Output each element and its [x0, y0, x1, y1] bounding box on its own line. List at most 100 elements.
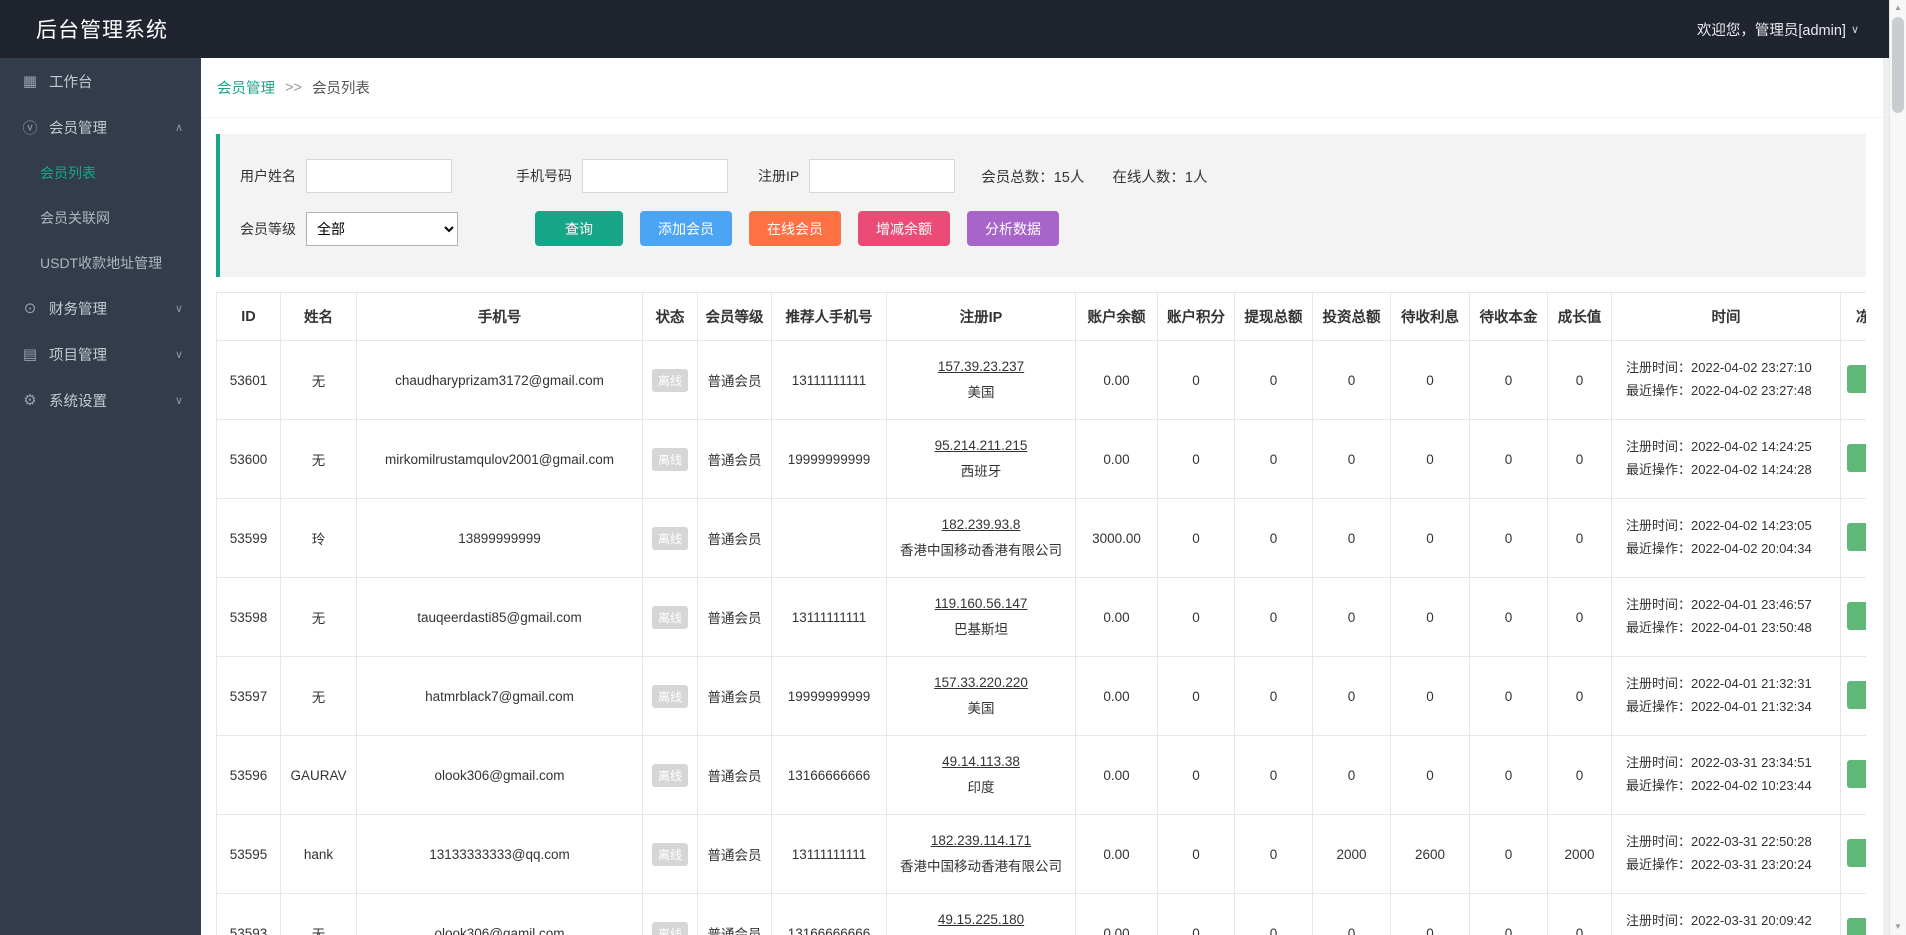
- cell-level: 普通会员: [697, 656, 772, 736]
- cell-balance: 0.00: [1075, 893, 1158, 935]
- register-time: 注册时间：2022-03-31 22:50:28: [1626, 834, 1812, 850]
- member-icon: ⓥ: [22, 119, 38, 137]
- ip-address-link[interactable]: 157.33.220.220: [891, 675, 1071, 690]
- username-label: 用户姓名: [240, 168, 296, 184]
- ip-address-link[interactable]: 95.214.211.215: [891, 438, 1071, 453]
- cell-invest: 0: [1312, 340, 1391, 420]
- cell-referrer: 13111111111: [771, 814, 887, 894]
- member-level-select[interactable]: 全部: [306, 211, 458, 246]
- topbar: 后台管理系统 欢迎您，管理员[admin] ∨: [0, 0, 1889, 58]
- scroll-down-icon[interactable]: ▼: [1890, 919, 1906, 935]
- freeze-button[interactable]: [1847, 759, 1866, 788]
- freeze-button[interactable]: [1847, 522, 1866, 551]
- sidebar-item-project[interactable]: ▤ 项目管理 ∨: [0, 331, 201, 377]
- ip-address-link[interactable]: 182.239.93.8: [891, 517, 1071, 532]
- status-badge: 离线: [651, 368, 688, 392]
- cell-name: 无: [280, 893, 357, 935]
- sidebar-item-member-list[interactable]: 会员列表: [0, 150, 201, 195]
- ip-address-link[interactable]: 49.15.225.180: [891, 912, 1071, 927]
- cell-time: 注册时间：2022-04-01 21:32:31 最近操作：2022-04-01…: [1611, 656, 1841, 736]
- sidebar-item-usdt-address[interactable]: USDT收款地址管理: [0, 240, 201, 285]
- cell-principal: 0: [1469, 419, 1548, 499]
- freeze-button[interactable]: [1847, 601, 1866, 630]
- cell-balance: 0.00: [1075, 814, 1158, 894]
- ip-region: 香港中国移动香港有限公司: [900, 859, 1062, 874]
- freeze-button[interactable]: [1847, 680, 1866, 709]
- member-stats: 会员总数：15人 在线人数：1人: [981, 166, 1207, 187]
- freeze-button[interactable]: [1847, 443, 1866, 472]
- cell-freeze: [1840, 340, 1866, 420]
- scrollbar-thumb[interactable]: [1892, 17, 1904, 113]
- ip-region: 美国: [967, 701, 995, 716]
- cell-reg-ip: 182.239.93.8 香港中国移动香港有限公司: [886, 498, 1076, 578]
- sidebar-item-member-network[interactable]: 会员关联网: [0, 195, 201, 240]
- cell-status: 离线: [642, 340, 698, 420]
- cell-invest: 2000: [1312, 814, 1391, 894]
- online-members-button[interactable]: 在线会员: [749, 211, 841, 246]
- col-level: 会员等级: [697, 292, 772, 341]
- cell-id: 53597: [216, 656, 281, 736]
- cell-growth: 0: [1547, 656, 1612, 736]
- cell-withdraw: 0: [1234, 656, 1313, 736]
- sidebar-item-workbench[interactable]: ▦ 工作台: [0, 58, 201, 104]
- phone-input[interactable]: [582, 159, 728, 193]
- cell-id: 53598: [216, 577, 281, 657]
- member-table: ID 姓名 手机号 状态 会员等级 推荐人手机号 注册IP 账户余额 账户积分 …: [216, 292, 1866, 935]
- status-badge: 离线: [651, 605, 688, 629]
- freeze-button[interactable]: [1847, 838, 1866, 867]
- add-member-button[interactable]: 添加会员: [640, 211, 732, 246]
- cell-withdraw: 0: [1234, 340, 1313, 420]
- freeze-button[interactable]: [1847, 364, 1866, 393]
- sidebar-item-member-mgmt[interactable]: ⓥ 会员管理 ∧: [0, 104, 201, 150]
- cell-principal: 0: [1469, 498, 1548, 578]
- sidebar-item-settings[interactable]: ⚙ 系统设置 ∨: [0, 377, 201, 423]
- cell-invest: 0: [1312, 893, 1391, 935]
- breadcrumb-member-mgmt[interactable]: 会员管理: [217, 77, 275, 98]
- adjust-balance-button[interactable]: 增减余额: [858, 211, 950, 246]
- table-row: 53593 无 olook306@gamil.com 离线 普通会员 13166…: [216, 893, 1866, 935]
- cell-time: 注册时间：2022-04-02 14:24:25 最近操作：2022-04-02…: [1611, 419, 1841, 499]
- ip-region: 印度: [967, 780, 995, 795]
- query-button[interactable]: 查询: [535, 211, 623, 246]
- freeze-button[interactable]: [1847, 917, 1866, 935]
- user-menu[interactable]: 欢迎您，管理员[admin] ∨: [1697, 19, 1859, 40]
- cell-status: 离线: [642, 419, 698, 499]
- cell-withdraw: 0: [1234, 419, 1313, 499]
- cell-points: 0: [1157, 419, 1235, 499]
- last-operation-time: 最近操作：2022-04-02 23:27:48: [1626, 383, 1812, 398]
- cell-status: 离线: [642, 656, 698, 736]
- table-row: 53596 GAURAV olook306@gmail.com 离线 普通会员 …: [216, 735, 1866, 815]
- sidebar-item-finance[interactable]: ⊙ 财务管理 ∨: [0, 285, 201, 331]
- cell-freeze: [1840, 735, 1866, 815]
- table-row: 53600 无 mirkomilrustamqulov2001@gmail.co…: [216, 419, 1866, 499]
- ip-address-link[interactable]: 157.39.23.237: [891, 359, 1071, 374]
- ip-address-link[interactable]: 49.14.113.38: [891, 754, 1071, 769]
- cell-name: GAURAV: [280, 735, 357, 815]
- scroll-up-icon[interactable]: ▲: [1890, 0, 1906, 16]
- cell-points: 0: [1157, 735, 1235, 815]
- cell-balance: 3000.00: [1075, 498, 1158, 578]
- app-title: 后台管理系统: [36, 19, 168, 42]
- last-operation-time: 最近操作：2022-03-31 23:20:24: [1626, 857, 1812, 872]
- username-input[interactable]: [306, 159, 452, 193]
- cell-name: 无: [280, 577, 357, 657]
- member-table-wrap: ID 姓名 手机号 状态 会员等级 推荐人手机号 注册IP 账户余额 账户积分 …: [216, 292, 1866, 935]
- ip-address-link[interactable]: 119.160.56.147: [891, 596, 1071, 611]
- cell-freeze: [1840, 419, 1866, 499]
- cell-principal: 0: [1469, 577, 1548, 657]
- status-badge: 离线: [651, 526, 688, 550]
- last-operation-time: 最近操作：2022-04-01 23:50:48: [1626, 620, 1812, 635]
- analyze-data-button[interactable]: 分析数据: [967, 211, 1059, 246]
- vertical-scrollbar[interactable]: ▲ ▼: [1889, 0, 1906, 935]
- table-header-row: ID 姓名 手机号 状态 会员等级 推荐人手机号 注册IP 账户余额 账户积分 …: [216, 292, 1866, 341]
- cell-phone: olook306@gmail.com: [356, 735, 643, 815]
- col-referrer: 推荐人手机号: [771, 292, 887, 341]
- reg-ip-input[interactable]: [809, 159, 956, 193]
- breadcrumb-current: 会员列表: [311, 81, 370, 97]
- ip-address-link[interactable]: 182.239.114.171: [891, 833, 1071, 848]
- cell-interest: 0: [1390, 340, 1470, 420]
- col-principal: 待收本金: [1469, 292, 1548, 341]
- status-badge: 离线: [651, 842, 688, 866]
- cell-phone: tauqeerdasti85@gmail.com: [356, 577, 643, 657]
- cell-freeze: [1840, 814, 1866, 894]
